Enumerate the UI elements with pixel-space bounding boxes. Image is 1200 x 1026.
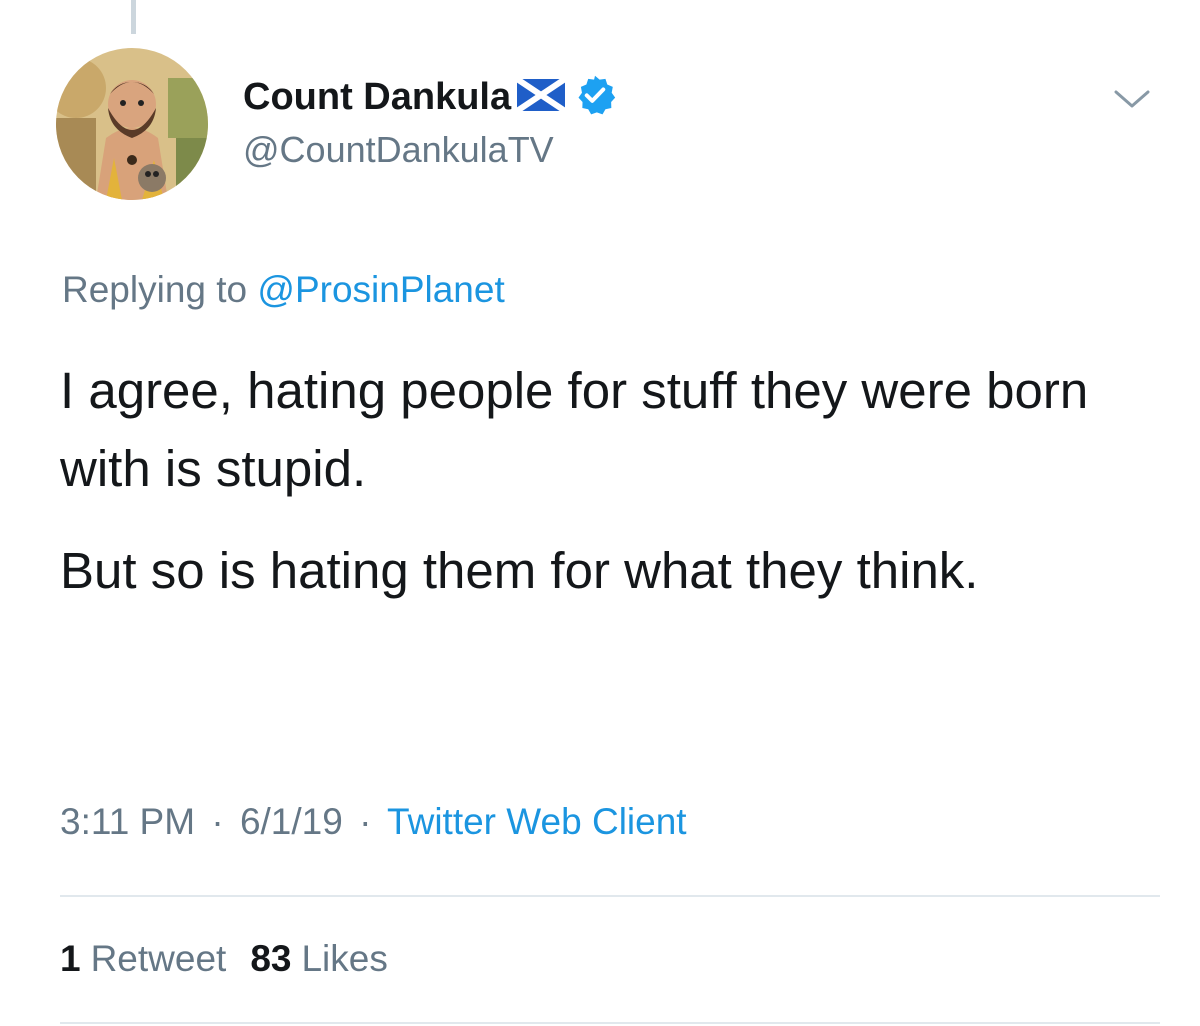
likes-stat[interactable]: 83 Likes bbox=[250, 937, 388, 981]
tweet-text: I agree, hating people for stuff they we… bbox=[60, 352, 1160, 610]
divider bbox=[60, 1022, 1160, 1024]
retweets-stat[interactable]: 1 Retweet bbox=[60, 937, 226, 981]
client-link[interactable]: Twitter Web Client bbox=[387, 801, 687, 842]
tweet-paragraph: I agree, hating people for stuff they we… bbox=[60, 362, 1089, 497]
author-display-name[interactable]: Count Dankula bbox=[243, 78, 511, 116]
likes-count: 83 bbox=[250, 938, 292, 979]
reply-mention-link[interactable]: @ProsinPlanet bbox=[257, 269, 504, 310]
verified-badge-icon bbox=[573, 73, 617, 122]
retweets-label: Retweet bbox=[90, 938, 227, 979]
divider bbox=[60, 895, 1160, 897]
meta-separator: · bbox=[359, 801, 372, 842]
retweets-count: 1 bbox=[60, 938, 81, 979]
avatar-illustration bbox=[56, 48, 208, 200]
likes-label: Likes bbox=[301, 938, 388, 979]
author-name-row[interactable]: Count Dankula bbox=[243, 72, 617, 122]
author-handle[interactable]: @CountDankulaTV bbox=[243, 128, 554, 171]
scotland-flag-icon bbox=[515, 76, 567, 116]
tweet-metadata: 3:11 PM · 6/1/19 · Twitter Web Client bbox=[60, 800, 687, 844]
tweet-date[interactable]: 6/1/19 bbox=[240, 801, 343, 842]
engagement-stats: 1 Retweet 83 Likes bbox=[60, 937, 388, 981]
meta-separator: · bbox=[211, 801, 224, 842]
tweet-time[interactable]: 3:11 PM bbox=[60, 801, 195, 842]
avatar[interactable] bbox=[56, 48, 208, 200]
chevron-down-icon[interactable] bbox=[1110, 84, 1154, 114]
replying-to-line: Replying to @ProsinPlanet bbox=[62, 268, 505, 312]
replying-to-prefix: Replying to bbox=[62, 269, 248, 310]
tweet-paragraph: But so is hating them for what they thin… bbox=[60, 542, 979, 599]
thread-connector-line bbox=[131, 0, 136, 34]
